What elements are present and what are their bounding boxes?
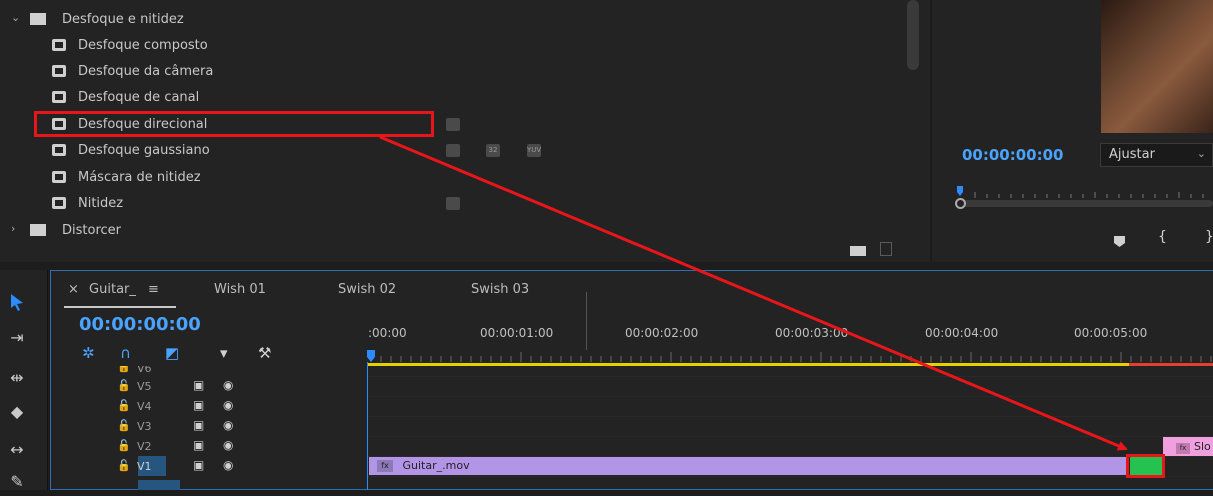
annotation-arrow: [379, 135, 1128, 451]
